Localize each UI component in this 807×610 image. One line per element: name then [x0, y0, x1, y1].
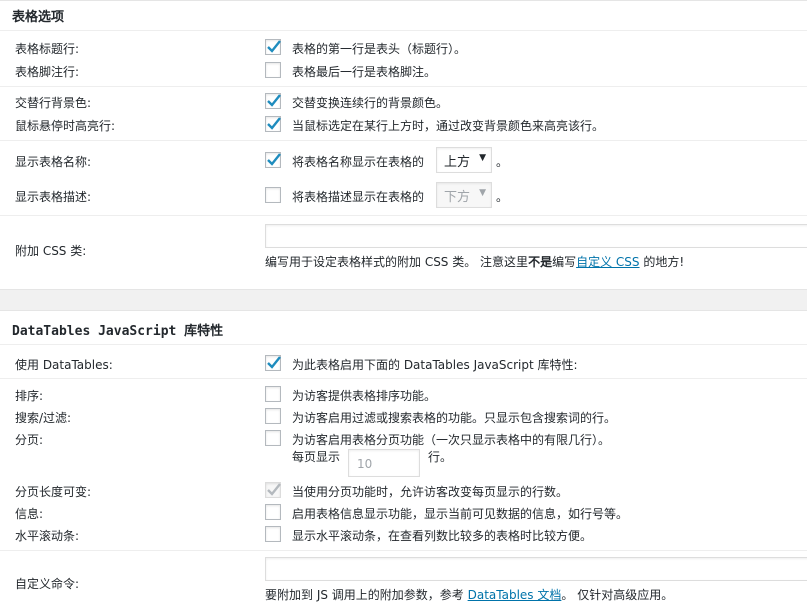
- table-options-panel: 表格选项 表格标题行: 表格的第一行是表头（标题行）。 表格脚注行: 表格最后一…: [0, 0, 807, 290]
- sorting-description: 为访客提供表格排序功能。: [292, 389, 437, 403]
- divider: [0, 30, 807, 31]
- print-description-position-select[interactable]: 下方 ▼: [436, 182, 492, 208]
- table-foot-checkbox[interactable]: [265, 62, 281, 78]
- divider: [0, 550, 807, 551]
- extra-css-help: 编写用于设定表格样式的附加 CSS 类。 注意这里不是编写自定义 CSS 的地方…: [265, 253, 684, 270]
- print-description-position-value: 下方: [444, 190, 471, 205]
- extra-css-help-text-2: 编写: [552, 255, 577, 269]
- divider: [0, 140, 807, 141]
- pagination-label: 分页:: [15, 433, 44, 447]
- per-page-suffix: 行。: [428, 450, 453, 464]
- checkmark-icon: [267, 153, 281, 166]
- row-hover-checkbox[interactable]: [265, 116, 281, 132]
- extra-css-help-text-3: 的地方!: [639, 255, 685, 269]
- checkmark-icon: [267, 117, 281, 130]
- extra-css-input[interactable]: [265, 224, 807, 248]
- print-name-suffix: 。: [496, 155, 509, 169]
- length-change-checkbox[interactable]: [265, 482, 281, 498]
- table-foot-label: 表格脚注行:: [15, 65, 80, 79]
- custom-command-help-text: 要附加到 JS 调用上的附加参数，参考: [265, 588, 468, 602]
- extra-css-help-text: 编写用于设定表格样式的附加 CSS 类。 注意这里: [265, 255, 529, 269]
- print-name-position-value: 上方: [444, 155, 471, 170]
- print-description-label: 显示表格描述:: [15, 190, 92, 204]
- search-filter-description: 为访客启用过滤或搜索表格的功能。只显示包含搜索词的行。: [292, 411, 617, 425]
- per-page-input[interactable]: 10: [348, 449, 420, 477]
- custom-command-help-text-2: 。 仅针对高级应用。: [561, 588, 674, 602]
- checkmark-icon: [267, 94, 281, 107]
- row-hover-description: 当鼠标选定在某行上方时，通过改变背景颜色来高亮该行。: [292, 119, 605, 133]
- chevron-down-icon: ▼: [479, 188, 486, 198]
- search-filter-label: 搜索/过滤:: [15, 411, 72, 425]
- print-description-suffix: 。: [496, 190, 509, 204]
- custom-command-input[interactable]: [265, 557, 807, 581]
- table-foot-description: 表格最后一行是表格脚注。: [292, 65, 437, 79]
- search-filter-checkbox[interactable]: [265, 408, 281, 424]
- alternating-row-colors-description: 交替变换连续行的背景颜色。: [292, 96, 449, 110]
- custom-command-label: 自定义命令:: [15, 577, 80, 591]
- extra-css-label: 附加 CSS 类:: [15, 244, 87, 258]
- table-head-label: 表格标题行:: [15, 42, 80, 56]
- horizontal-scroll-description: 显示水平滚动条，在查看列数比较多的表格时比较方便。: [292, 529, 593, 543]
- datatables-panel: DataTables JavaScript 库特性 使用 DataTables:…: [0, 310, 807, 610]
- print-description-checkbox[interactable]: [265, 187, 281, 203]
- print-name-checkbox[interactable]: [265, 152, 281, 168]
- datatables-title: DataTables JavaScript 库特性: [12, 324, 224, 339]
- checkmark-icon: [267, 356, 281, 369]
- info-label: 信息:: [15, 507, 44, 521]
- alternating-row-colors-checkbox[interactable]: [265, 93, 281, 109]
- use-datatables-checkbox[interactable]: [265, 355, 281, 371]
- sorting-checkbox[interactable]: [265, 386, 281, 402]
- custom-command-help: 要附加到 JS 调用上的附加参数，参考 DataTables 文档。 仅针对高级…: [265, 586, 673, 603]
- custom-css-link[interactable]: 自定义 CSS: [576, 255, 639, 269]
- divider: [0, 344, 807, 345]
- use-datatables-label: 使用 DataTables:: [15, 358, 113, 372]
- print-name-description: 将表格名称显示在表格的: [292, 155, 425, 169]
- horizontal-scroll-checkbox[interactable]: [265, 526, 281, 542]
- checkmark-icon: [267, 40, 281, 53]
- print-name-position-select[interactable]: 上方 ▼: [436, 147, 492, 173]
- horizontal-scroll-label: 水平滚动条:: [15, 529, 80, 543]
- length-change-label: 分页长度可变:: [15, 485, 92, 499]
- alternating-row-colors-label: 交替行背景色:: [15, 96, 92, 110]
- row-hover-label: 鼠标悬停时高亮行:: [15, 119, 116, 133]
- checkmark-icon: [267, 483, 281, 496]
- divider: [0, 86, 807, 87]
- extra-css-help-emphasis: 不是: [528, 255, 553, 269]
- divider: [0, 215, 807, 216]
- table-options-title: 表格选项: [12, 10, 65, 25]
- print-name-label: 显示表格名称:: [15, 155, 92, 169]
- info-description: 启用表格信息显示功能，显示当前可见数据的信息，如行号等。: [292, 507, 629, 521]
- pagination-description: 为访客启用表格分页功能（一次只显示表格中的有限几行）。: [292, 433, 611, 447]
- divider: [0, 378, 807, 379]
- table-head-checkbox[interactable]: [265, 39, 281, 55]
- sorting-label: 排序:: [15, 389, 44, 403]
- info-checkbox[interactable]: [265, 504, 281, 520]
- pagination-checkbox[interactable]: [265, 430, 281, 446]
- use-datatables-description: 为此表格启用下面的 DataTables JavaScript 库特性:: [292, 358, 578, 372]
- datatables-docs-link[interactable]: DataTables 文档: [468, 588, 562, 602]
- table-head-description: 表格的第一行是表头（标题行）。: [292, 42, 467, 56]
- chevron-down-icon: ▼: [479, 153, 486, 163]
- length-change-description: 当使用分页功能时，允许访客改变每页显示的行数。: [292, 485, 569, 499]
- per-page-prefix: 每页显示: [292, 450, 341, 464]
- print-description-description: 将表格描述显示在表格的: [292, 190, 425, 204]
